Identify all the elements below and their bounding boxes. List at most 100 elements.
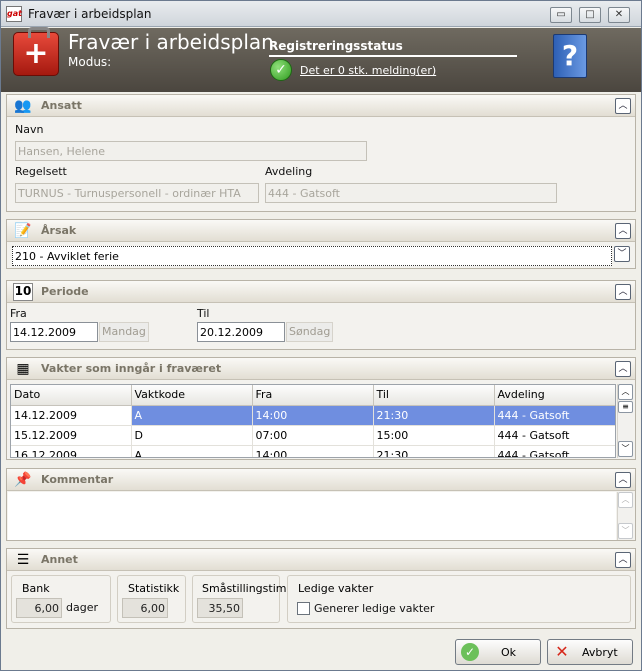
table-header-row: Dato Vaktkode Fra Til Avdeling [11, 385, 615, 406]
from-date-input[interactable]: 14.12.2009 [10, 322, 98, 342]
chevron-down-icon[interactable]: ﹀ [614, 246, 630, 262]
close-button[interactable]: ✕ [608, 7, 630, 23]
smastilling-value: 35,50 [197, 598, 243, 618]
bank-unit: dager [66, 601, 98, 614]
header-banner: + Fravær i arbeidsplan Modus: Registreri… [1, 27, 641, 92]
name-label: Navn [15, 123, 44, 136]
note-pin-icon: 📌 [14, 472, 32, 488]
settings-list-icon: ☰ [16, 552, 30, 568]
department-label: Avdeling [265, 165, 313, 178]
column-header-til[interactable]: Til [373, 385, 495, 406]
comment-scrollbar[interactable]: ︿ ﹀ [617, 492, 633, 540]
column-header-fra[interactable]: Fra [252, 385, 374, 406]
collapse-annet-button[interactable]: ︿ [615, 552, 631, 568]
from-label: Fra [10, 307, 27, 320]
annet-title: Annet [41, 553, 78, 566]
minimize-button[interactable]: ▭ [550, 7, 572, 23]
table-cell: 16.12.2009 [11, 445, 132, 457]
arsak-section: 📝 Årsak ︿ 210 - Avviklet ferie ﹀ [6, 219, 636, 269]
calendar-icon: 10 [13, 283, 33, 301]
ansatt-header: 👥 Ansatt ︿ [7, 95, 635, 117]
bank-group: Bank 6,00 dager [11, 575, 111, 623]
column-header-dato[interactable]: Dato [11, 385, 132, 406]
users-icon: 👥 [14, 98, 32, 114]
reason-select[interactable]: 210 - Avviklet ferie [12, 246, 612, 266]
ruleset-label: Regelsett [15, 165, 67, 178]
table-cell: 14:00 [252, 445, 374, 457]
column-header-vaktkode[interactable]: Vaktkode [131, 385, 253, 406]
from-weekday: Mandag [99, 322, 149, 342]
comment-textarea[interactable] [8, 492, 616, 540]
scroll-up-icon[interactable]: ︿ [618, 492, 633, 508]
shifts-scrollbar[interactable]: ︿ ≡ ﹀ [617, 384, 633, 458]
to-label: Til [197, 307, 210, 320]
table-cell: 444 - Gatsoft [494, 405, 615, 426]
shifts-table: Dato Vaktkode Fra Til Avdeling 14.12.200… [10, 384, 616, 458]
collapse-vakter-button[interactable]: ︿ [615, 361, 631, 377]
smastilling-group: Småstillingstime 35,50 [192, 575, 293, 623]
kommentar-section: 📌 Kommentar ︿ ︿ ﹀ [6, 468, 636, 541]
check-icon: ✓ [270, 59, 292, 81]
to-date-input[interactable]: 20.12.2009 [197, 322, 285, 342]
scroll-down-icon[interactable]: ﹀ [618, 441, 633, 457]
department-field: 444 - Gatsoft [265, 183, 557, 203]
periode-title: Periode [41, 285, 89, 298]
cancel-button-label: Avbryt [582, 646, 618, 659]
table-row[interactable]: 16.12.2009 A 14:00 21:30 444 - Gatsoft [11, 445, 615, 457]
dialog-window: gat Fravær i arbeidsplan ▭ □ ✕ + Fravær … [0, 0, 642, 671]
to-weekday: Søndag [286, 322, 334, 342]
schedule-grid-icon: ▦ [16, 361, 30, 377]
statistikk-value: 6,00 [122, 598, 168, 618]
table-cell: 07:00 [252, 425, 374, 446]
table-cell: D [131, 425, 253, 446]
name-field: Hansen, Helene [15, 141, 367, 161]
statistikk-group: Statistikk 6,00 [117, 575, 186, 623]
annet-section: ☰ Annet ︿ Bank 6,00 dager Statistikk 6,0… [6, 548, 636, 629]
ledige-vakter-group: Ledige vakter Generer ledige vakter [287, 575, 631, 623]
table-cell: 14:00 [252, 405, 374, 426]
first-aid-kit-icon: + [13, 27, 59, 76]
ledige-vakter-label: Ledige vakter [298, 582, 374, 595]
maximize-icon: □ [585, 9, 595, 20]
gat-app-icon: gat [6, 6, 22, 22]
ruleset-field: TURNUS - Turnuspersonell - ordinær HTA [15, 183, 259, 203]
maximize-button[interactable]: □ [579, 7, 601, 23]
periode-section: 10 Periode ︿ Fra 14.12.2009 Mandag Til 2… [6, 280, 636, 350]
messages-link[interactable]: Det er 0 stk. melding(er) [300, 64, 436, 77]
table-row[interactable]: 15.12.2009 D 07:00 15:00 444 - Gatsoft [11, 425, 615, 446]
table-cell: 21:30 [373, 445, 495, 457]
table-cell: A [131, 405, 253, 426]
statistikk-label: Statistikk [128, 582, 180, 595]
table-cell: A [131, 445, 253, 457]
collapse-kommentar-button[interactable]: ︿ [615, 472, 631, 488]
collapse-arsak-button[interactable]: ︿ [615, 223, 631, 239]
notepad-icon: 📝 [14, 223, 32, 239]
column-header-avdeling[interactable]: Avdeling [494, 385, 615, 406]
ok-button[interactable]: ✓ Ok [455, 639, 541, 665]
table-cell: 444 - Gatsoft [494, 425, 615, 446]
table-cell: 15:00 [373, 425, 495, 446]
close-icon: ✕ [555, 642, 569, 661]
collapse-periode-button[interactable]: ︿ [615, 284, 631, 300]
bank-label: Bank [22, 582, 50, 595]
ansatt-section: 👥 Ansatt ︿ Navn Hansen, Helene Regelsett… [6, 94, 636, 212]
table-cell: 21:30 [373, 405, 495, 426]
generer-ledige-label: Generer ledige vakter [314, 602, 435, 615]
periode-header: 10 Periode ︿ [7, 281, 635, 303]
scroll-up-icon[interactable]: ︿ [618, 384, 633, 400]
cancel-button[interactable]: ✕ Avbryt [547, 639, 633, 665]
generer-ledige-checkbox[interactable] [297, 602, 310, 615]
title-bar[interactable]: gat Fravær i arbeidsplan ▭ □ ✕ [1, 1, 641, 27]
smastilling-label: Småstillingstime [202, 582, 294, 595]
scroll-down-icon[interactable]: ﹀ [618, 523, 633, 539]
arsak-title: Årsak [41, 224, 77, 237]
mode-label: Modus: [68, 55, 112, 69]
registration-status-title: Registreringsstatus [269, 39, 517, 57]
ok-button-label: Ok [501, 646, 517, 659]
vakter-title: Vakter som inngår i fraværet [41, 362, 222, 375]
table-row[interactable]: 14.12.2009 A 14:00 21:30 444 - Gatsoft [11, 405, 615, 426]
ansatt-title: Ansatt [41, 99, 82, 112]
collapse-ansatt-button[interactable]: ︿ [615, 98, 631, 114]
scroll-thumb[interactable]: ≡ [618, 401, 633, 413]
help-book-icon[interactable]: ? [553, 34, 587, 78]
